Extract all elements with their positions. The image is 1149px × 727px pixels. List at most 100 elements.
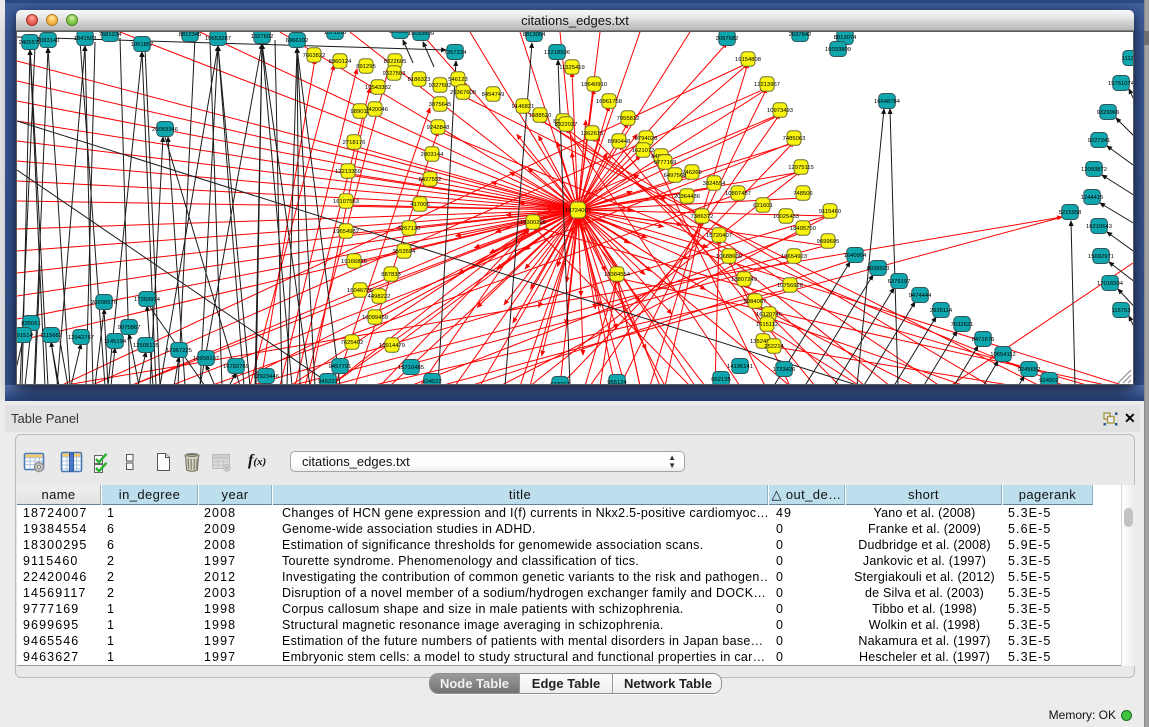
- svg-text:9327502: 9327502: [429, 83, 452, 89]
- svg-text:18300295: 18300295: [520, 220, 546, 226]
- svg-text:10688609: 10688609: [716, 254, 742, 260]
- svg-text:9777169: 9777169: [654, 160, 677, 166]
- svg-text:19384554: 19384554: [604, 272, 631, 278]
- svg-text:17359924: 17359924: [134, 297, 161, 303]
- svg-text:11325419: 11325419: [559, 65, 585, 71]
- svg-text:18640910: 18640910: [581, 82, 608, 88]
- svg-text:835061: 835061: [21, 321, 40, 327]
- svg-text:18724007: 18724007: [565, 208, 591, 214]
- svg-text:12093872: 12093872: [1081, 167, 1107, 173]
- svg-text:7632621: 7632621: [951, 322, 974, 328]
- svg-text:12213967: 12213967: [754, 82, 780, 88]
- svg-text:8186323: 8186323: [408, 77, 431, 83]
- svg-text:9327503: 9327503: [383, 71, 406, 77]
- svg-text:1733426: 1733426: [773, 367, 796, 373]
- svg-text:19166825: 19166825: [341, 259, 367, 265]
- svg-text:1071918: 1071918: [324, 32, 347, 36]
- svg-text:19654923: 19654923: [781, 254, 807, 260]
- svg-text:6379197: 6379197: [888, 279, 911, 285]
- svg-text:1640954: 1640954: [844, 253, 867, 259]
- svg-text:14136141: 14136141: [727, 364, 753, 370]
- svg-text:2087682: 2087682: [716, 36, 739, 42]
- svg-text:7663822: 7663822: [303, 53, 326, 59]
- svg-text:9329966: 9329966: [1097, 110, 1120, 116]
- svg-text:15692971: 15692971: [1088, 254, 1114, 260]
- svg-text:15720407: 15720407: [706, 233, 732, 239]
- svg-text:10756928: 10756928: [777, 283, 803, 289]
- svg-text:20364436: 20364436: [674, 194, 700, 200]
- svg-text:8938923: 8938923: [867, 266, 890, 272]
- svg-text:891295: 891295: [356, 64, 375, 70]
- svg-text:989011: 989011: [350, 109, 369, 115]
- svg-text:1145194: 1145194: [104, 339, 127, 345]
- svg-text:111213: 111213: [1122, 56, 1133, 62]
- svg-text:9227341: 9227341: [1088, 138, 1111, 144]
- svg-text:16914479: 16914479: [379, 343, 405, 349]
- svg-text:3875645: 3875645: [429, 102, 452, 108]
- svg-text:9115460: 9115460: [819, 209, 842, 215]
- svg-text:9084067: 9084067: [744, 299, 767, 305]
- svg-text:1588520: 1588520: [529, 113, 552, 119]
- svg-text:1115682: 1115682: [40, 333, 62, 339]
- svg-text:1841503: 1841503: [74, 36, 97, 42]
- svg-text:621601: 621601: [753, 203, 772, 209]
- svg-text:7681234: 7681234: [99, 32, 122, 38]
- svg-text:2637842: 2637842: [789, 32, 812, 38]
- svg-text:16782759: 16782759: [223, 364, 249, 370]
- svg-text:16543382: 16543382: [365, 85, 391, 91]
- svg-text:17957225: 17957225: [166, 348, 192, 354]
- svg-text:12975115: 12975115: [788, 165, 814, 171]
- svg-text:1621072: 1621072: [632, 148, 655, 154]
- svg-text:16046736: 16046736: [347, 288, 373, 294]
- svg-text:924502: 924502: [1039, 378, 1058, 384]
- svg-text:12923446: 12923446: [253, 374, 279, 380]
- svg-text:16107553: 16107553: [333, 199, 359, 205]
- svg-text:20206576: 20206576: [91, 300, 117, 306]
- svg-text:10654112: 10654112: [990, 352, 1016, 358]
- svg-text:16648784: 16648784: [874, 99, 901, 105]
- svg-text:7485063: 7485063: [783, 136, 806, 142]
- svg-text:2803144: 2803144: [421, 152, 444, 158]
- svg-text:9794028: 9794028: [635, 136, 658, 142]
- svg-text:8471676: 8471676: [972, 337, 995, 343]
- svg-text:18495750: 18495750: [790, 226, 817, 232]
- svg-text:6966102: 6966102: [286, 38, 309, 44]
- svg-text:3267130: 3267130: [398, 226, 421, 232]
- svg-text:5215958: 5215958: [1059, 210, 1082, 216]
- svg-text:9146821: 9146821: [512, 104, 535, 110]
- svg-text:16033809: 16033809: [408, 32, 434, 37]
- svg-text:12218506: 12218506: [544, 50, 570, 56]
- svg-text:8990448: 8990448: [608, 139, 631, 145]
- svg-text:9474444: 9474444: [909, 293, 932, 299]
- svg-text:945231: 945231: [318, 379, 337, 384]
- svg-text:9245652: 9245652: [1018, 367, 1041, 373]
- svg-text:633217: 633217: [550, 382, 569, 384]
- svg-text:8812345: 8812345: [179, 32, 202, 38]
- svg-text:1244415: 1244415: [1081, 195, 1104, 201]
- svg-text:887833: 887833: [381, 272, 400, 278]
- svg-text:9242848: 9242848: [427, 125, 450, 131]
- svg-text:29367608: 29367608: [450, 90, 476, 96]
- svg-text:546123: 546123: [448, 77, 467, 83]
- svg-text:3553594: 3553594: [393, 249, 416, 255]
- svg-text:12213369: 12213369: [335, 169, 361, 175]
- svg-text:1362615: 1362615: [581, 131, 604, 137]
- svg-text:7625402: 7625402: [341, 340, 364, 346]
- svg-text:12505135: 12505135: [133, 343, 159, 349]
- svg-text:10973493: 10973493: [767, 108, 793, 114]
- svg-text:12942757: 12942757: [68, 335, 94, 341]
- svg-text:18807249: 18807249: [731, 277, 757, 283]
- svg-text:19654982: 19654982: [333, 229, 359, 235]
- svg-text:1051857: 1051857: [131, 42, 154, 48]
- svg-text:9457791: 9457791: [329, 364, 352, 370]
- svg-text:10958107: 10958107: [193, 356, 219, 362]
- svg-text:252214: 252214: [764, 344, 784, 350]
- svg-text:2718176: 2718176: [343, 140, 366, 146]
- svg-text:15716485: 15716485: [398, 365, 424, 371]
- svg-text:17016504: 17016504: [1097, 281, 1124, 287]
- svg-text:955124: 955124: [607, 380, 627, 384]
- svg-text:6497568: 6497568: [664, 173, 687, 179]
- svg-text:8322605: 8322605: [384, 59, 407, 65]
- svg-text:16154808: 16154808: [735, 57, 761, 63]
- svg-text:16099459: 16099459: [362, 315, 388, 321]
